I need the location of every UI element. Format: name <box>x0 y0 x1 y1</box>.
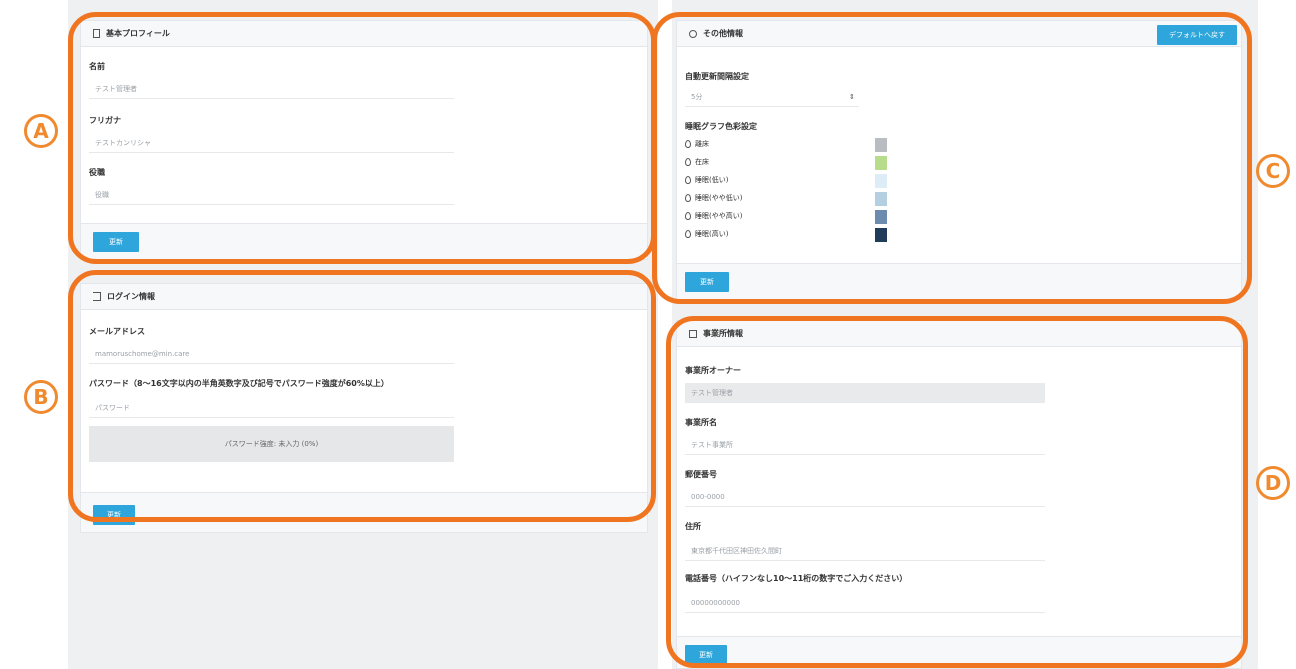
role-label: 役職 <box>89 168 105 177</box>
password-label: パスワード（8〜16文字以内の半角英数字及び記号でパスワード強度が60%以上） <box>89 379 389 388</box>
drop-icon <box>685 176 691 184</box>
office-panel-footer: 更新 <box>677 636 1241 668</box>
address-field[interactable]: 東京都千代田区神田佐久間町 <box>685 541 1045 561</box>
profile-panel-header: 基本プロフィール <box>81 21 647 47</box>
name-label: 名前 <box>89 62 105 71</box>
phone-label: 電話番号（ハイフンなし10〜11桁の数字でご入力ください） <box>685 574 908 583</box>
interval-label: 自動更新間隔設定 <box>685 72 749 81</box>
building-icon <box>689 329 697 338</box>
login-panel: ログイン情報 メールアドレス mamoruschome@min.care パスワ… <box>80 283 648 533</box>
profile-panel-title: 基本プロフィール <box>106 29 170 38</box>
legend-item[interactable]: 在床 <box>685 157 709 167</box>
legend-label: 睡眠(高い) <box>695 230 729 238</box>
annotation-badge-d: D <box>1256 466 1290 500</box>
kana-label: フリガナ <box>89 116 121 125</box>
other-update-button[interactable]: 更新 <box>685 272 729 292</box>
drop-icon <box>685 230 691 238</box>
kana-field[interactable]: テストカンリシャ <box>89 133 454 153</box>
legend-label: 離床 <box>695 140 709 148</box>
role-field[interactable]: 役職 <box>89 185 454 205</box>
name-field[interactable]: テスト管理者 <box>89 79 454 99</box>
login-update-button[interactable]: 更新 <box>93 505 135 525</box>
office-update-button[interactable]: 更新 <box>685 645 727 665</box>
office-name-field[interactable]: テスト事業所 <box>685 435 1045 455</box>
zip-label: 郵便番号 <box>685 470 717 479</box>
login-panel-title: ログイン情報 <box>107 292 155 301</box>
login-panel-footer: 更新 <box>81 492 647 532</box>
gear-icon <box>689 29 697 38</box>
drop-icon <box>685 140 691 148</box>
chevron-updown-icon: ⇕ <box>849 93 855 101</box>
legend-label: 在床 <box>695 158 709 166</box>
login-icon <box>93 292 101 301</box>
reset-default-button[interactable]: デフォルトへ戻す <box>1157 25 1237 45</box>
annotation-badge-b: B <box>24 380 58 414</box>
office-panel-header: 事業所情報 <box>677 321 1241 347</box>
email-field[interactable]: mamoruschome@min.care <box>89 344 454 364</box>
address-label: 住所 <box>685 522 701 531</box>
drop-icon <box>685 194 691 202</box>
color-swatch[interactable] <box>875 192 887 206</box>
interval-select[interactable]: 5分 <box>685 87 859 107</box>
legend-item[interactable]: 睡眠(低い) <box>685 175 728 185</box>
other-panel: その他情報 デフォルトへ戻す 自動更新間隔設定 5分 ⇕ 睡眠グラフ色彩設定 離… <box>676 20 1242 300</box>
drop-icon <box>685 158 691 166</box>
document-icon <box>93 29 100 38</box>
phone-field[interactable]: 00000000000 <box>685 593 1045 613</box>
legend-item[interactable]: 睡眠(やや高い) <box>685 211 742 221</box>
graph-color-label: 睡眠グラフ色彩設定 <box>685 122 757 131</box>
other-panel-footer: 更新 <box>677 263 1241 299</box>
legend-item[interactable]: 離床 <box>685 139 709 149</box>
office-panel: 事業所情報 事業所オーナー テスト管理者 事業所名 テスト事業所 郵便番号 00… <box>676 320 1242 669</box>
legend-list: 離床 在床 睡眠(低い) 睡眠(やや低い) 睡眠(やや高い) 睡眠(高い) <box>685 139 865 249</box>
annotation-badge-a: A <box>24 114 58 148</box>
legend-label: 睡眠(やや高い) <box>695 212 743 220</box>
legend-item[interactable]: 睡眠(高い) <box>685 229 728 239</box>
legend-item[interactable]: 睡眠(やや低い) <box>685 193 742 203</box>
color-swatch[interactable] <box>875 138 887 152</box>
password-strength-bar: パスワード強度: 未入力 (0%) <box>89 426 454 462</box>
office-name-label: 事業所名 <box>685 418 717 427</box>
drop-icon <box>685 212 691 220</box>
owner-label: 事業所オーナー <box>685 366 741 375</box>
profile-panel-footer: 更新 <box>81 223 647 259</box>
owner-field: テスト管理者 <box>685 383 1045 403</box>
other-panel-title: その他情報 <box>703 29 743 38</box>
color-swatch[interactable] <box>875 210 887 224</box>
office-panel-title: 事業所情報 <box>703 329 743 338</box>
color-swatch[interactable] <box>875 174 887 188</box>
annotation-badge-c: C <box>1256 154 1290 188</box>
color-swatch[interactable] <box>875 156 887 170</box>
login-panel-header: ログイン情報 <box>81 284 647 310</box>
profile-panel: 基本プロフィール 名前 テスト管理者 フリガナ テストカンリシャ 役職 役職 更… <box>80 20 648 260</box>
password-strength-text: パスワード強度: 未入力 (0%) <box>224 440 319 448</box>
color-swatch[interactable] <box>875 228 887 242</box>
password-field[interactable]: パスワード <box>89 398 454 418</box>
profile-update-button[interactable]: 更新 <box>93 232 139 252</box>
email-label: メールアドレス <box>89 327 145 336</box>
legend-label: 睡眠(低い) <box>695 176 729 184</box>
legend-label: 睡眠(やや低い) <box>695 194 743 202</box>
zip-field[interactable]: 000-0000 <box>685 487 1045 507</box>
